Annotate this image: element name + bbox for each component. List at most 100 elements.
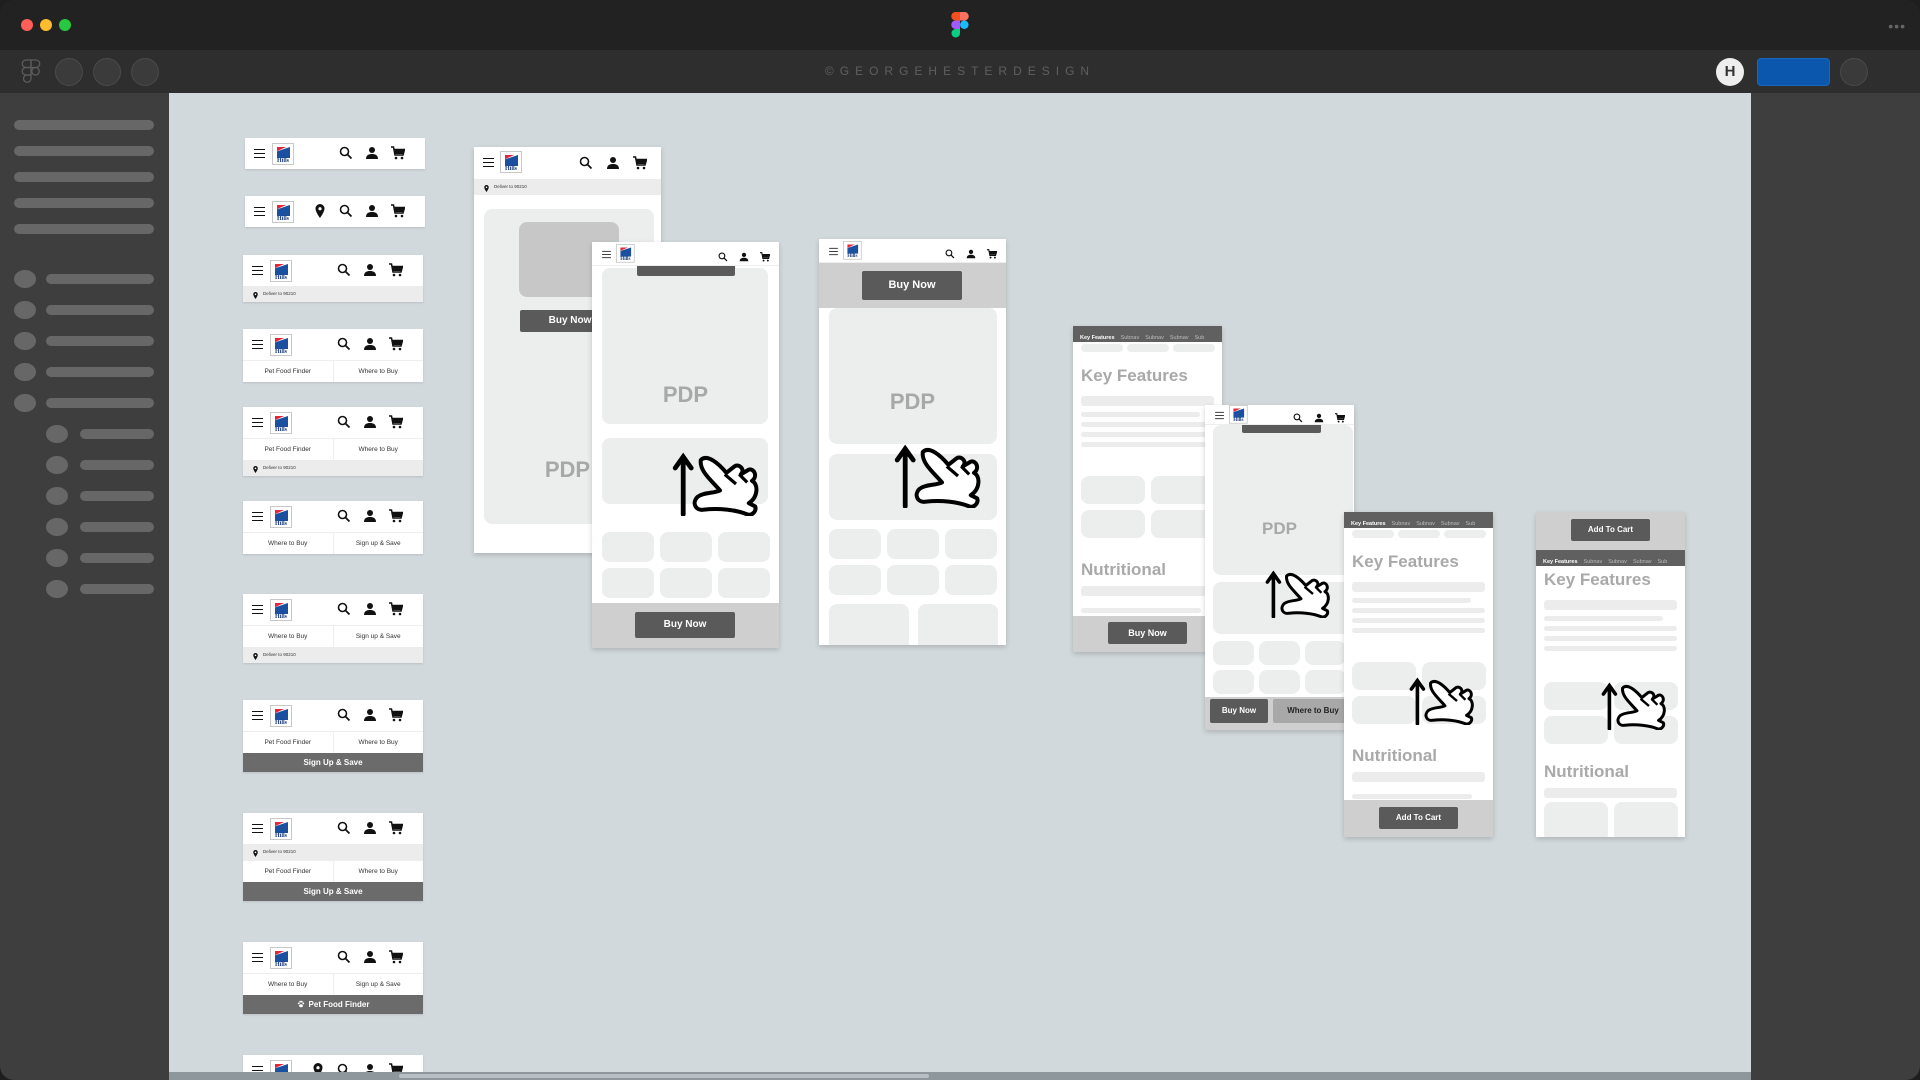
subnav-tab[interactable]: Sub (1192, 330, 1208, 342)
hills-logo[interactable]: Hills (270, 412, 292, 434)
hills-logo[interactable]: Hills (270, 334, 292, 356)
cart-icon[interactable] (389, 263, 404, 277)
hamburger-menu-icon[interactable] (1215, 411, 1224, 420)
deliver-to-bar[interactable]: Deliver to 90210 (243, 286, 423, 302)
hamburger-menu-icon[interactable] (252, 266, 263, 275)
layer-item[interactable] (80, 584, 154, 594)
search-icon[interactable] (945, 246, 955, 259)
hamburger-menu-icon[interactable] (602, 250, 611, 259)
cart-icon[interactable] (391, 204, 406, 218)
where-to-buy-button[interactable]: Where to Buy (1273, 699, 1353, 723)
buy-now-button[interactable]: Buy Now (635, 612, 735, 638)
cart-icon[interactable] (389, 415, 404, 429)
buy-now-button[interactable]: Buy Now (1210, 699, 1268, 723)
account-icon[interactable] (363, 950, 377, 964)
hamburger-menu-icon[interactable] (252, 418, 263, 427)
cart-icon[interactable] (760, 249, 771, 262)
hills-logo[interactable]: Hills (843, 241, 862, 260)
account-icon[interactable] (363, 821, 377, 835)
cart-icon[interactable] (1335, 410, 1346, 423)
search-icon[interactable] (337, 263, 351, 277)
subnav-link-where_to_buy[interactable]: Where to Buy (243, 626, 333, 647)
layer-item[interactable] (80, 553, 154, 563)
subnav-tab[interactable]: Subnav (1605, 554, 1630, 566)
layer-item[interactable] (14, 146, 154, 156)
subnav-link-pet_food_finder[interactable]: Pet Food Finder (243, 361, 333, 382)
user-avatar[interactable]: H (1716, 58, 1744, 86)
scrollbar-thumb[interactable] (399, 1074, 929, 1078)
hamburger-menu-icon[interactable] (252, 340, 263, 349)
layer-item[interactable] (14, 198, 154, 208)
search-icon[interactable] (718, 249, 728, 262)
header-cta-bar[interactable]: Pet Food Finder (243, 995, 423, 1014)
header-cta-bar[interactable]: Sign Up & Save (243, 753, 423, 772)
hamburger-menu-icon[interactable] (252, 953, 263, 962)
subnav-tab[interactable]: Subnav (1438, 516, 1463, 528)
subnav-link-where_to_buy[interactable]: Where to Buy (243, 533, 333, 554)
search-icon[interactable] (337, 509, 351, 523)
hamburger-menu-icon[interactable] (483, 158, 494, 167)
subnav-tab[interactable]: Subnav (1630, 554, 1655, 566)
design-canvas[interactable]: Hills Hills Hills Deliver to 90210 Hills… (169, 93, 1751, 1080)
hamburger-menu-icon[interactable] (252, 711, 263, 720)
cart-icon[interactable] (389, 708, 404, 722)
search-icon[interactable] (339, 146, 353, 160)
account-icon[interactable] (363, 263, 377, 277)
account-icon[interactable] (365, 204, 379, 218)
deliver-to-bar[interactable]: Deliver to 90210 (243, 460, 423, 476)
minimize-window-button[interactable] (40, 19, 52, 31)
hills-logo[interactable]: Hills (616, 244, 635, 263)
buy-now-button[interactable]: Buy Now (862, 271, 962, 300)
layer-item[interactable] (80, 491, 154, 501)
search-icon[interactable] (337, 602, 351, 616)
account-icon[interactable] (739, 249, 749, 262)
search-icon[interactable] (579, 156, 593, 170)
subnav-link-where_to_buy[interactable]: Where to Buy (332, 861, 424, 882)
subnav-link-pet_food_finder[interactable]: Pet Food Finder (243, 439, 333, 460)
search-icon[interactable] (337, 950, 351, 964)
share-button[interactable] (1757, 58, 1830, 86)
buy-now-button[interactable]: Buy Now (1108, 622, 1187, 644)
subnav-tab[interactable]: Sub (1463, 516, 1479, 528)
hamburger-menu-icon[interactable] (252, 512, 263, 521)
hills-logo[interactable]: Hills (270, 506, 292, 528)
search-icon[interactable] (337, 337, 351, 351)
hills-logo[interactable]: Hills (272, 143, 294, 165)
subnav-tab[interactable]: Subnav (1581, 554, 1606, 566)
add-to-cart-button[interactable]: Add To Cart (1571, 519, 1650, 541)
subnav-tab[interactable]: Sub (1655, 554, 1671, 566)
account-icon[interactable] (363, 509, 377, 523)
subnav-tab[interactable]: Subnav (1118, 330, 1143, 342)
hamburger-menu-icon[interactable] (252, 824, 263, 833)
account-icon[interactable] (363, 602, 377, 616)
account-icon[interactable] (363, 708, 377, 722)
layer-item[interactable] (46, 367, 154, 377)
cart-icon[interactable] (389, 602, 404, 616)
layer-item[interactable] (46, 305, 154, 315)
layer-item[interactable] (14, 224, 154, 234)
toolbar-right-button[interactable] (1840, 58, 1868, 86)
hills-logo[interactable]: Hills (500, 151, 522, 173)
subnav-link-sign_up_save_small[interactable]: Sign up & Save (332, 626, 424, 647)
subnav-link-where_to_buy[interactable]: Where to Buy (243, 974, 333, 995)
search-icon[interactable] (1293, 410, 1303, 423)
account-icon[interactable] (966, 246, 976, 259)
close-window-button[interactable] (21, 19, 33, 31)
search-icon[interactable] (337, 821, 351, 835)
hamburger-menu-icon[interactable] (252, 605, 263, 614)
cart-icon[interactable] (633, 156, 648, 170)
hamburger-menu-icon[interactable] (254, 207, 265, 216)
subnav-tab-active[interactable]: Key Features (1540, 556, 1581, 566)
search-icon[interactable] (337, 708, 351, 722)
layer-item[interactable] (46, 336, 154, 346)
layer-item[interactable] (46, 274, 154, 284)
subnav-link-pet_food_finder[interactable]: Pet Food Finder (243, 861, 333, 882)
hills-logo[interactable]: Hills (270, 705, 292, 727)
location-pin-icon[interactable] (313, 204, 327, 218)
header-cta-bar[interactable]: Sign Up & Save (243, 882, 423, 901)
account-icon[interactable] (606, 156, 620, 170)
subnav-tab[interactable]: Subnav (1167, 330, 1192, 342)
subnav-link-where_to_buy[interactable]: Where to Buy (332, 439, 424, 460)
subnav-link-where_to_buy[interactable]: Where to Buy (332, 732, 424, 753)
maximize-window-button[interactable] (59, 19, 71, 31)
